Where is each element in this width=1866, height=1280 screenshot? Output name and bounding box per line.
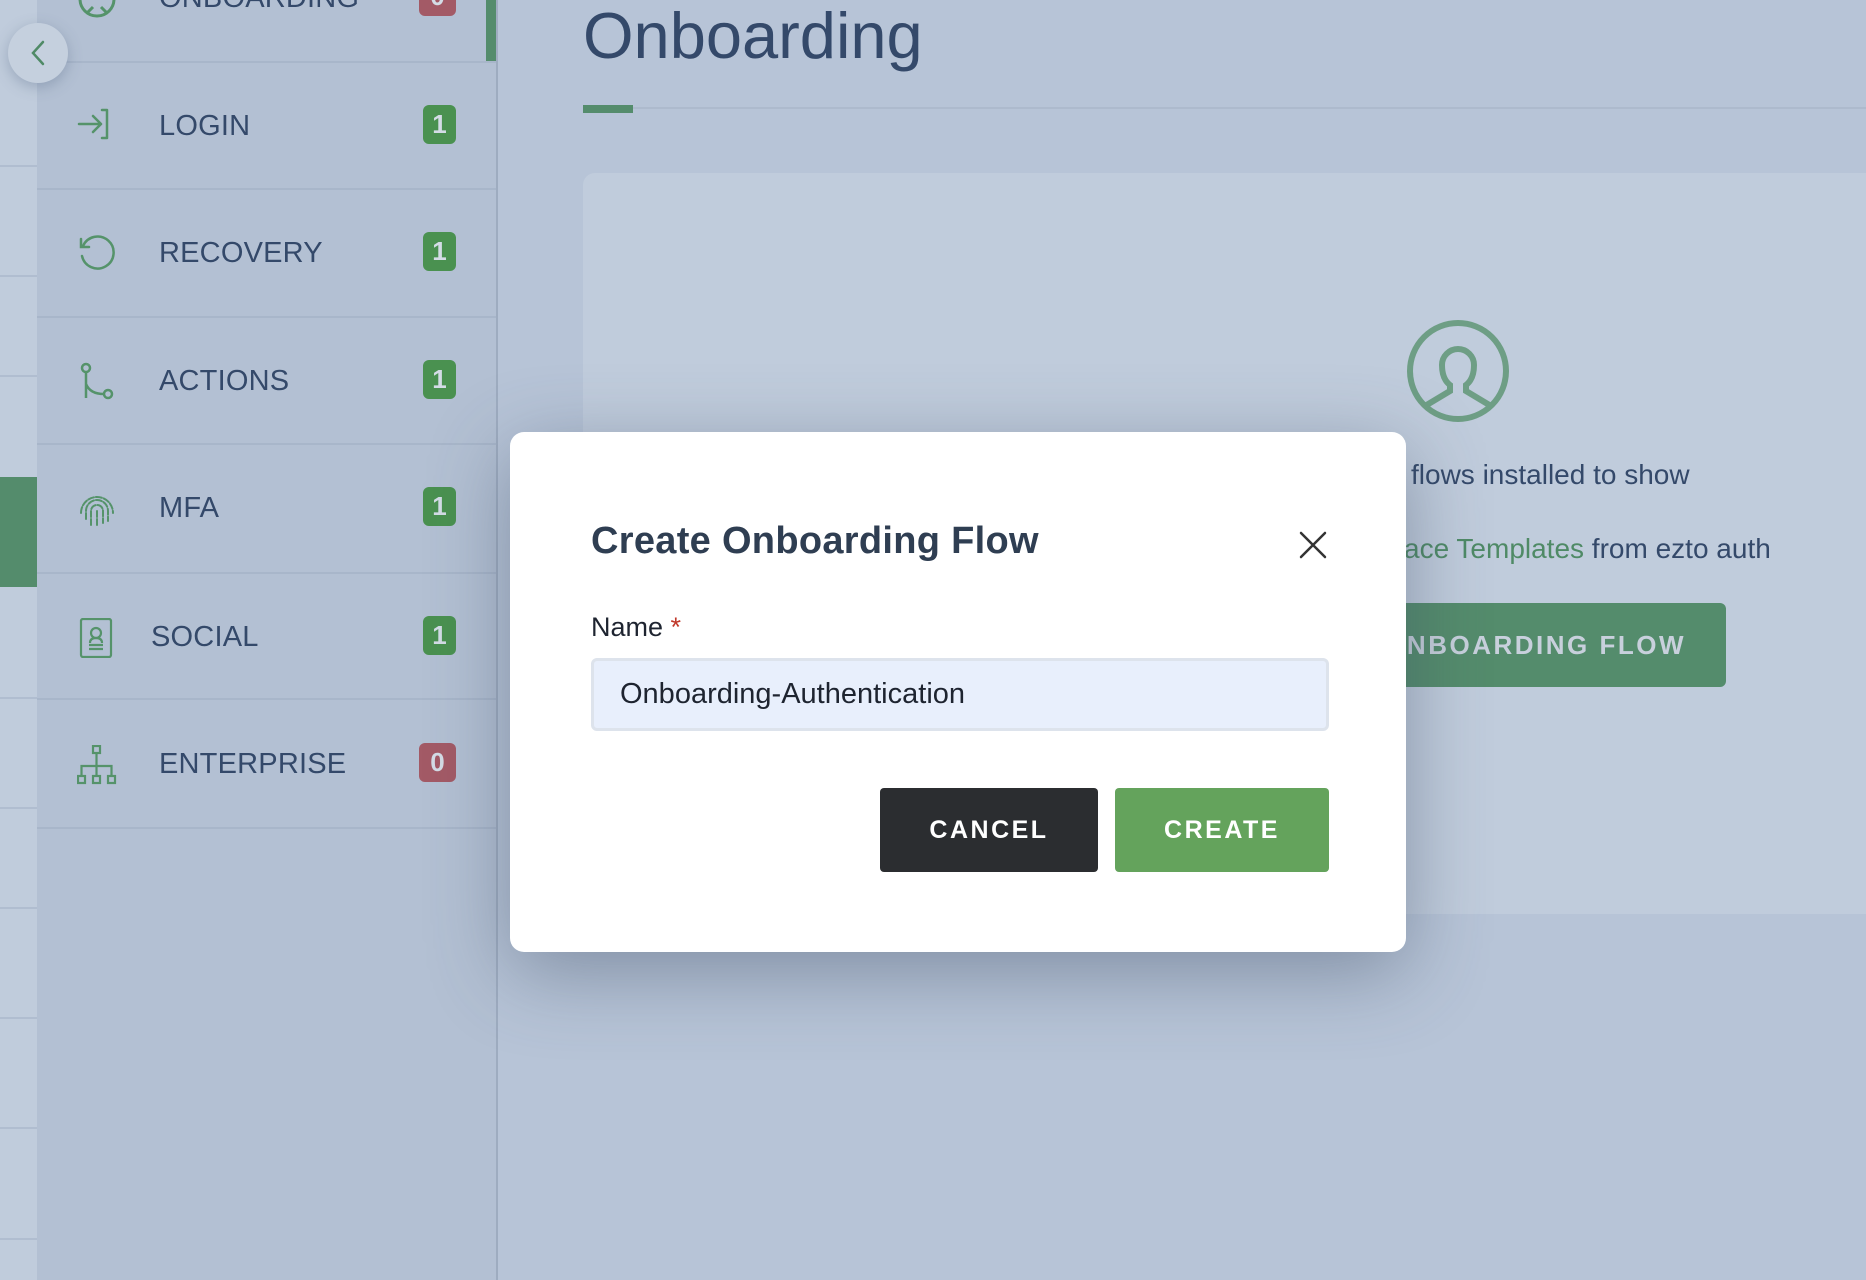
divider	[0, 697, 37, 699]
divider	[37, 827, 496, 829]
count-badge: 0	[419, 743, 456, 782]
empty-state-message: flows installed to show	[1411, 459, 1690, 490]
onboarding-icon	[78, 0, 116, 18]
sidebar-item-enterprise[interactable]: ENTERPRISE 0	[37, 733, 496, 793]
divider	[37, 61, 496, 63]
rail-active-item[interactable]	[0, 477, 37, 587]
sidebar-item-label: ONBOARDING	[159, 0, 359, 14]
required-mark: *	[670, 612, 682, 642]
sidebar-item-login[interactable]: LOGIN 1	[37, 95, 496, 155]
divider	[37, 316, 496, 318]
divider	[37, 572, 496, 574]
user-icon	[1407, 320, 1509, 422]
close-icon[interactable]	[1295, 527, 1331, 563]
divider	[37, 443, 496, 445]
sidebar-item-label: RECOVERY	[159, 237, 323, 269]
divider	[0, 275, 37, 277]
divider	[633, 107, 1866, 109]
sidebar-item-mfa[interactable]: MFA 1	[37, 477, 496, 537]
name-label: Name *	[591, 610, 681, 644]
fingerprint-icon	[80, 496, 114, 528]
collapse-sidebar-button[interactable]	[8, 23, 68, 83]
recovery-icon	[79, 235, 115, 270]
divider	[0, 807, 37, 809]
hint-text: from ezto auth	[1584, 533, 1771, 564]
count-badge: 1	[423, 360, 456, 399]
name-label-text: Name	[591, 612, 664, 642]
sidebar-item-actions[interactable]: ACTIONS 1	[37, 350, 496, 410]
marketplace-templates-link[interactable]: ace Templates	[1404, 533, 1584, 564]
divider	[0, 375, 37, 377]
icon-rail	[0, 0, 37, 1280]
count-badge: 1	[423, 105, 456, 144]
login-icon	[77, 108, 109, 140]
divider	[0, 1017, 37, 1019]
title-underline	[583, 105, 633, 113]
divider	[0, 1127, 37, 1129]
social-icon	[79, 618, 113, 658]
page-title: Onboarding	[583, 0, 923, 72]
sidebar-item-social[interactable]: SOCIAL 1	[37, 606, 496, 666]
count-badge: 0	[419, 0, 456, 16]
sidebar: ONBOARDING 0 LOGIN 1 RECOVERY 1 ACTIONS …	[37, 0, 498, 1280]
count-badge: 1	[423, 232, 456, 271]
actions-icon	[80, 362, 114, 400]
sidebar-item-label: SOCIAL	[151, 621, 259, 653]
cancel-button[interactable]: CANCEL	[880, 788, 1098, 872]
empty-state-hint: ace Templates from ezto auth	[1404, 532, 1771, 566]
sidebar-item-label: ENTERPRISE	[159, 748, 347, 780]
enterprise-icon	[77, 745, 117, 785]
count-badge: 1	[423, 487, 456, 526]
sidebar-item-onboarding[interactable]: ONBOARDING 0	[37, 0, 496, 27]
dialog-title: Create Onboarding Flow	[591, 520, 1039, 562]
sidebar-item-recovery[interactable]: RECOVERY 1	[37, 222, 496, 282]
active-indicator	[486, 0, 496, 61]
divider	[37, 188, 496, 190]
divider	[0, 165, 37, 167]
button-label: ONBOARDING FLOW	[1384, 630, 1686, 660]
sidebar-item-label: ACTIONS	[159, 365, 290, 397]
create-flow-dialog: Create Onboarding Flow Name * CANCEL CRE…	[510, 432, 1406, 952]
name-input[interactable]	[591, 658, 1329, 731]
chevron-left-icon	[31, 40, 45, 66]
sidebar-item-label: LOGIN	[159, 110, 251, 142]
divider	[37, 698, 496, 700]
count-badge: 1	[423, 616, 456, 655]
sidebar-item-label: MFA	[159, 492, 220, 524]
divider	[0, 907, 37, 909]
divider	[0, 1238, 37, 1240]
create-button[interactable]: CREATE	[1115, 788, 1329, 872]
